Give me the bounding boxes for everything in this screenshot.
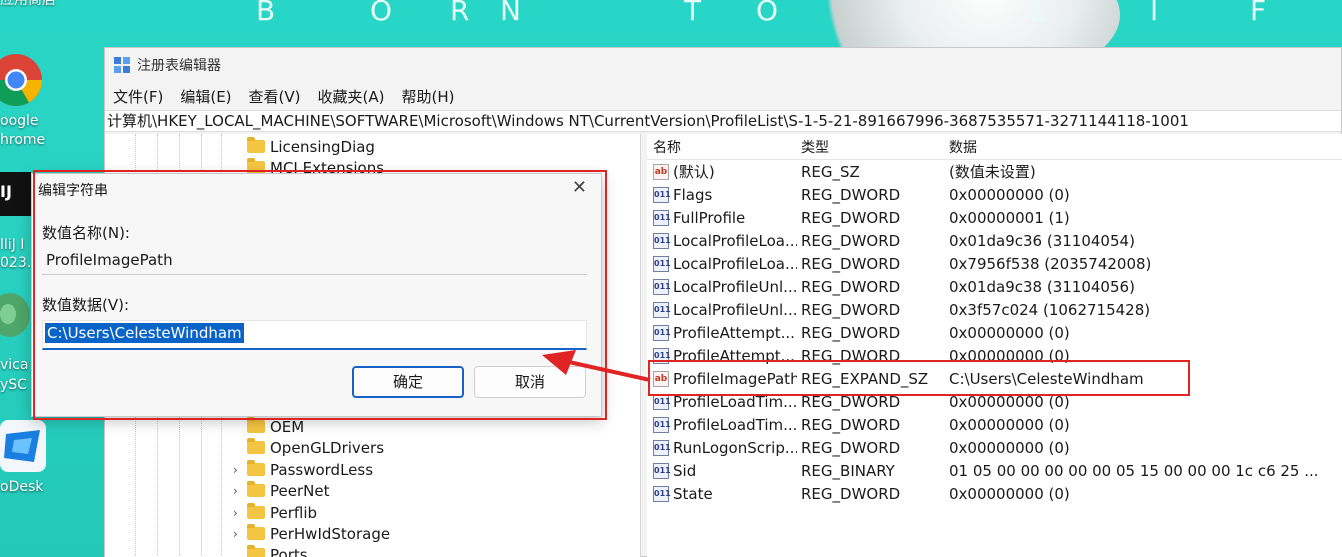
annotation-arrow: [542, 350, 651, 382]
